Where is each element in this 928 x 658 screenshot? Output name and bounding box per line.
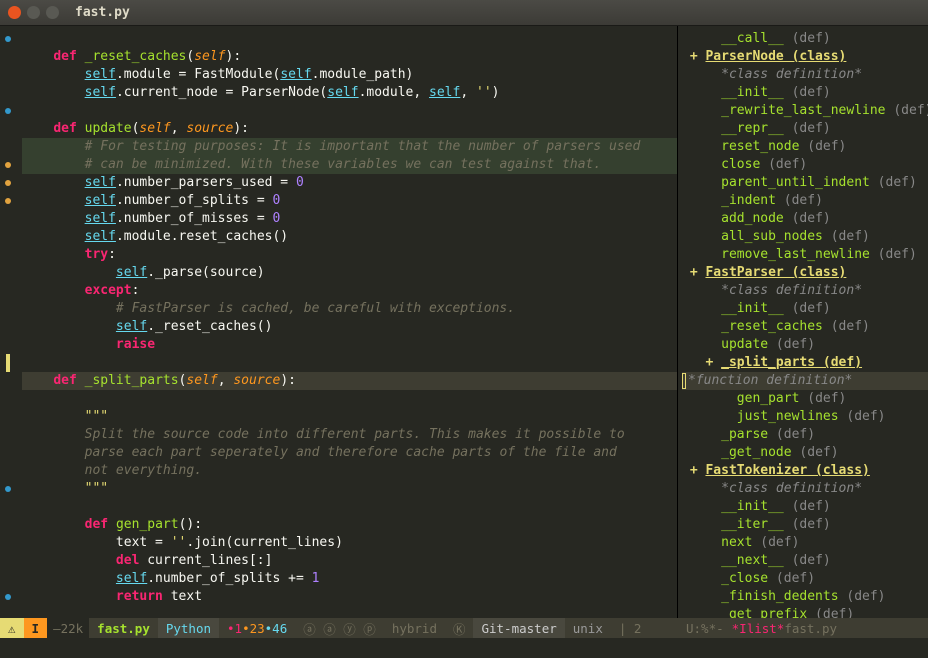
- ilist-file: fast.py: [784, 621, 837, 636]
- modeline-row: ⚠ І — 22k fast.py Python •1 •23 •46 ⓐ ⓐ …: [0, 618, 928, 638]
- coding-system: unix: [565, 618, 611, 638]
- outline-item[interactable]: reset_node (def): [682, 138, 928, 156]
- change-dot-icon: [5, 180, 11, 186]
- outline-item[interactable]: close (def): [682, 156, 928, 174]
- outline-class[interactable]: + FastTokenizer (class): [682, 462, 928, 480]
- code-pane[interactable]: def _reset_caches(self): self.module = F…: [0, 26, 678, 618]
- outline-item[interactable]: + _split_parts (def): [682, 354, 928, 372]
- modeline-major-mode[interactable]: Python: [158, 618, 219, 638]
- self-ref: self: [85, 67, 116, 82]
- info-icon[interactable]: І: [24, 618, 48, 638]
- outline-item[interactable]: __next__ (def): [682, 552, 928, 570]
- minor-modes[interactable]: ⓐ ⓐ ⓨ ⓟ: [295, 618, 384, 638]
- fn-name: update: [85, 121, 132, 136]
- outline-item[interactable]: __init__ (def): [682, 498, 928, 516]
- outline-item[interactable]: _rewrite_last_newline (def): [682, 102, 928, 120]
- minimize-icon[interactable]: [27, 6, 40, 19]
- outline-item[interactable]: *class definition*: [682, 66, 928, 84]
- maximize-icon[interactable]: [46, 6, 59, 19]
- fold-dot-icon[interactable]: [5, 36, 11, 42]
- outline-item[interactable]: _parse (def): [682, 426, 928, 444]
- current-line-icon: [6, 354, 10, 372]
- minibuffer[interactable]: [0, 638, 928, 658]
- evil-state: hybrid: [384, 618, 445, 638]
- fold-dot-icon[interactable]: [5, 594, 11, 600]
- docstring: Split the source code into different par…: [85, 427, 625, 442]
- outline-item[interactable]: all_sub_nodes (def): [682, 228, 928, 246]
- warn-icon[interactable]: ⚠: [0, 618, 24, 638]
- outline-item[interactable]: __repr__ (def): [682, 120, 928, 138]
- window-title: fast.py: [75, 5, 130, 20]
- close-icon[interactable]: [8, 6, 21, 19]
- kw-del: del: [116, 553, 139, 568]
- fold-dot-icon[interactable]: [5, 108, 11, 114]
- outline-item[interactable]: gen_part (def): [682, 390, 928, 408]
- outline-item[interactable]: add_node (def): [682, 210, 928, 228]
- change-dot-icon: [5, 162, 11, 168]
- outline-pane[interactable]: __call__ (def) + ParserNode (class) *cla…: [678, 26, 928, 618]
- outline-item[interactable]: _indent (def): [682, 192, 928, 210]
- cursor-icon: [682, 373, 686, 389]
- code-area[interactable]: def _reset_caches(self): self.module = F…: [16, 26, 677, 618]
- editor-workspace: def _reset_caches(self): self.module = F…: [0, 26, 928, 618]
- outline-class[interactable]: + FastParser (class): [682, 264, 928, 282]
- kw-try: try: [85, 247, 108, 262]
- outline-item-current[interactable]: *function definition*: [682, 372, 928, 390]
- comment: # For testing purposes: It is important …: [85, 139, 641, 154]
- modeline-filename[interactable]: fast.py: [89, 618, 158, 638]
- outline-item[interactable]: __call__ (def): [682, 30, 928, 48]
- outline-item[interactable]: next (def): [682, 534, 928, 552]
- outline-item[interactable]: __iter__ (def): [682, 516, 928, 534]
- modeline-right[interactable]: U:%*- *Ilist* fast.py: [678, 618, 928, 638]
- outline-item[interactable]: __init__ (def): [682, 300, 928, 318]
- flycheck-counts[interactable]: •1 •23 •46: [219, 618, 295, 638]
- gutter: [0, 26, 16, 618]
- fn-name: _split_parts: [85, 373, 179, 388]
- change-dot-icon: [5, 198, 11, 204]
- outline-item[interactable]: _finish_dedents (def): [682, 588, 928, 606]
- outline-item[interactable]: _close (def): [682, 570, 928, 588]
- buffer-state: U:%*-: [678, 618, 732, 638]
- fn-name: _reset_caches: [85, 49, 187, 64]
- k-icon: Ⓚ: [445, 618, 474, 638]
- ilist-label: *Ilist*: [732, 621, 785, 636]
- outline-class[interactable]: + ParserNode (class): [682, 48, 928, 66]
- comment: # FastParser is cached, be careful with …: [116, 301, 515, 316]
- outline-item[interactable]: just_newlines (def): [682, 408, 928, 426]
- comment: # can be minimized. With these variables…: [85, 157, 602, 172]
- outline-item[interactable]: __init__ (def): [682, 84, 928, 102]
- vcs-branch[interactable]: Git-master: [473, 618, 564, 638]
- kw-except: except: [85, 283, 132, 298]
- kw-raise: raise: [116, 337, 155, 352]
- modeline-left[interactable]: ⚠ І — 22k fast.py Python •1 •23 •46 ⓐ ⓐ …: [0, 618, 678, 638]
- outline-item[interactable]: *class definition*: [682, 480, 928, 498]
- position-info: | 2: [611, 618, 650, 638]
- kw-return: return: [116, 589, 163, 604]
- modeline-size: — 22k: [47, 618, 89, 638]
- outline-item[interactable]: _get_prefix (def): [682, 606, 928, 618]
- outline-item[interactable]: parent_until_indent (def): [682, 174, 928, 192]
- outline-item[interactable]: _reset_caches (def): [682, 318, 928, 336]
- outline-item[interactable]: update (def): [682, 336, 928, 354]
- fn-name: gen_part: [116, 517, 179, 532]
- outline-item[interactable]: _get_node (def): [682, 444, 928, 462]
- fold-dot-icon[interactable]: [5, 486, 11, 492]
- window-titlebar: fast.py: [0, 0, 928, 26]
- outline-item[interactable]: remove_last_newline (def): [682, 246, 928, 264]
- kw-def: def: [53, 49, 76, 64]
- outline-item[interactable]: *class definition*: [682, 282, 928, 300]
